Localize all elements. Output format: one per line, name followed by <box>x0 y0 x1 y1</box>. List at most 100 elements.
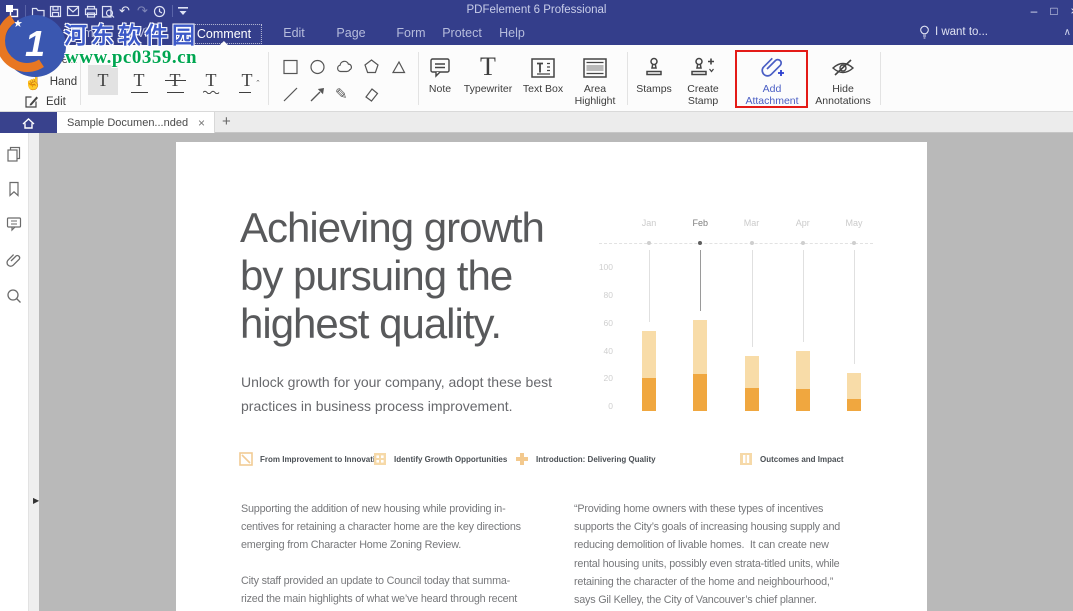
rectangle-shape-tool[interactable] <box>281 57 301 77</box>
line-tool[interactable] <box>281 85 301 105</box>
i-want-to[interactable]: I want to... <box>919 25 988 39</box>
minimize-button[interactable]: – <box>1026 3 1042 19</box>
edit-pencil-icon <box>24 94 39 109</box>
collapse-ribbon-icon[interactable]: ∧ <box>1064 27 1071 38</box>
document-subtitle: Unlock growth for your company, adopt th… <box>241 370 552 418</box>
chart-drop-line <box>803 250 804 342</box>
bar-upper-segment <box>693 320 707 374</box>
feature-item: Outcomes and Impact <box>739 452 844 466</box>
hide-annotations-button[interactable]: Hide Annotations <box>810 52 876 107</box>
document-tab-bar: Sample Documen...nded × + <box>0 112 1073 133</box>
textbox-button[interactable]: Text Box <box>515 52 571 95</box>
bar-upper-segment <box>847 373 861 399</box>
squiggly-underline-tool[interactable]: T <box>196 65 226 95</box>
body-paragraph: “Providing home owners with these types … <box>574 500 874 609</box>
menu-tab-help[interactable]: Help <box>489 24 535 42</box>
feature-item: Introduction: Delivering Quality <box>515 452 656 466</box>
y-axis-tick-label: 80 <box>596 290 613 300</box>
plus-icon <box>515 452 529 466</box>
bar-lower-segment <box>796 389 810 411</box>
y-axis-tick-label: 20 <box>596 373 613 383</box>
chart-drop-line <box>854 250 855 364</box>
eye-slash-icon <box>810 52 876 80</box>
bookmarks-icon[interactable] <box>5 180 23 198</box>
comments-icon[interactable] <box>5 215 23 233</box>
home-icon <box>21 116 36 130</box>
edit-label: Edit <box>46 96 66 108</box>
i-want-to-label: I want to... <box>935 26 988 38</box>
chart-month-label: Feb <box>678 218 722 228</box>
ribbon-divider <box>268 52 269 105</box>
chart-reference-line <box>599 243 873 244</box>
oval-shape-tool[interactable] <box>308 57 328 77</box>
edit-tool[interactable]: Edit <box>24 94 66 109</box>
bar-upper-segment <box>642 331 656 378</box>
bar-lower-segment <box>847 399 861 411</box>
bars-icon <box>739 452 753 466</box>
textbox-icon <box>515 52 571 80</box>
hand-label: Hand <box>50 76 78 88</box>
new-tab-button[interactable]: + <box>222 113 231 130</box>
body-column-right: “Providing home owners with these types … <box>574 500 874 611</box>
create-stamp-label: Create Stamp <box>673 83 733 107</box>
body-paragraph: Supporting the addition of new housing w… <box>241 500 581 555</box>
arrow-tool[interactable] <box>308 85 328 105</box>
eraser-tool[interactable] <box>362 85 382 105</box>
chart-month-label: Jan <box>627 218 671 228</box>
body-paragraph: City staff provided an update to Council… <box>241 572 581 608</box>
page-thumbnails-icon[interactable] <box>5 145 23 163</box>
cloud-shape-tool[interactable] <box>335 57 355 77</box>
typewriter-icon: T <box>456 52 520 80</box>
highlight-text-tool[interactable]: T <box>88 65 118 95</box>
polygon-shape-tool[interactable] <box>362 57 382 77</box>
close-button[interactable]: × <box>1066 3 1073 19</box>
chart-reference-dot <box>698 241 702 245</box>
typewriter-label: Typewriter <box>456 83 520 95</box>
triangle-shape-tool[interactable] <box>389 57 409 77</box>
add-attachment-label: Add Attachment <box>738 83 806 107</box>
attachment-paperclip-icon <box>738 52 806 80</box>
document-canvas[interactable]: Achieving growth by pursuing the highest… <box>39 133 1073 611</box>
pencil-tool[interactable]: ✎ <box>335 85 355 105</box>
bar-upper-segment <box>796 351 810 390</box>
search-icon[interactable] <box>5 287 23 305</box>
pdf-page[interactable]: Achieving growth by pursuing the highest… <box>176 142 927 611</box>
chart-drop-line <box>700 250 701 311</box>
attachments-icon[interactable] <box>5 251 23 269</box>
menu-tab-edit[interactable]: Edit <box>273 24 315 42</box>
menu-tab-page[interactable]: Page <box>326 24 375 42</box>
sidebar-gutter <box>28 133 39 611</box>
menu-tab-form[interactable]: Form <box>386 24 435 42</box>
home-button[interactable] <box>0 112 57 133</box>
strikethrough-text-tool[interactable]: T <box>160 65 190 95</box>
create-stamp-button[interactable]: Create Stamp <box>673 52 733 107</box>
typewriter-button[interactable]: T Typewriter <box>456 52 520 95</box>
window-title: PDFelement 6 Professional <box>0 4 1073 16</box>
y-axis-tick-label: 60 <box>596 318 613 328</box>
bar-lower-segment <box>642 378 656 411</box>
document-tab[interactable]: Sample Documen...nded × <box>57 112 215 133</box>
area-highlight-button[interactable]: Area Highlight <box>565 52 625 107</box>
add-attachment-button[interactable]: Add Attachment <box>738 52 806 107</box>
chart-drop-line <box>752 250 753 347</box>
bar-chart: 100806040200JanFebMarAprMay <box>596 216 881 421</box>
document-heading: Achieving growth by pursuing the highest… <box>240 204 544 348</box>
document-tab-title: Sample Documen...nded <box>67 117 189 129</box>
insert-text-tool[interactable]: Tˆ <box>232 65 262 95</box>
chart-reference-dot <box>801 241 805 245</box>
chart-reference-dot <box>750 241 754 245</box>
create-stamp-icon <box>673 52 733 80</box>
chart-month-label: May <box>832 218 876 228</box>
menu-tab-protect[interactable]: Protect <box>432 24 492 42</box>
underline-text-tool[interactable]: T <box>124 65 154 95</box>
feature-item: Identify Growth Opportunities <box>373 452 507 466</box>
ribbon-divider <box>880 52 881 105</box>
area-highlight-label: Area Highlight <box>565 83 625 107</box>
maximize-button[interactable]: □ <box>1046 3 1062 19</box>
feature-item: From Improvement to Innovation <box>239 452 385 466</box>
area-highlight-icon <box>565 52 625 80</box>
grid-dots-icon <box>373 452 387 466</box>
chart-reference-dot <box>647 241 651 245</box>
diagonal-box-icon <box>239 452 253 466</box>
tab-close-icon[interactable]: × <box>198 116 205 130</box>
